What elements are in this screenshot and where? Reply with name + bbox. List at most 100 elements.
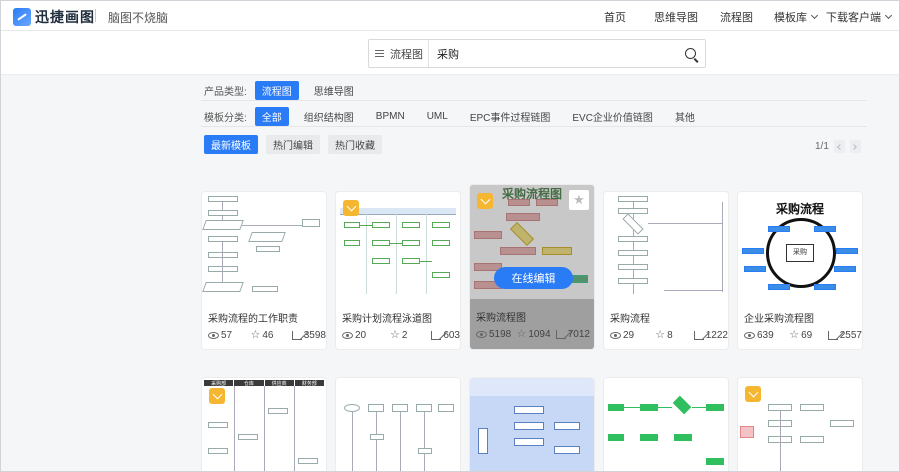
brand-logo-icon: [13, 8, 31, 26]
sort-hot-favorite[interactable]: 热门收藏: [328, 135, 382, 154]
chevron-down-icon: [810, 11, 819, 20]
view-count: 5198: [476, 329, 511, 340]
search-type-select[interactable]: 流程图: [369, 40, 429, 67]
nav-template-label: 模板库: [774, 12, 807, 24]
template-card[interactable]: [738, 378, 862, 471]
view-count: 57: [208, 330, 232, 341]
template-title: 采购流程: [610, 314, 650, 325]
sort-newest[interactable]: 最新模板: [204, 135, 258, 154]
edit-icon: [431, 331, 442, 340]
category-org-chart[interactable]: 组织结构图: [297, 107, 361, 126]
prev-page-button[interactable]: [833, 140, 845, 153]
brand-slogan: 脑图不烧脑: [108, 11, 169, 25]
template-stats: 20 ☆ 2 603: [342, 330, 460, 341]
nav-home[interactable]: 首页: [604, 9, 626, 25]
search-icon: [684, 48, 696, 59]
category-all[interactable]: 全部: [254, 107, 289, 126]
template-thumbnail: [604, 378, 728, 471]
edit-icon: [827, 331, 838, 340]
vip-badge-icon: [477, 193, 493, 209]
template-thumbnail: 采购部 仓库 供应商 财务部: [202, 378, 326, 471]
vip-badge-icon: [343, 200, 359, 216]
sort-row: 最新模板 热门编辑 热门收藏: [204, 135, 390, 154]
lane-header: 供应商: [264, 380, 294, 387]
template-card[interactable]: [336, 378, 460, 471]
product-type-mindmap[interactable]: 思维导图: [307, 81, 361, 100]
template-card[interactable]: [604, 378, 728, 471]
template-card[interactable]: 采购部 仓库 供应商 财务部: [202, 378, 326, 471]
star-count: ☆ 1094: [516, 329, 551, 341]
template-thumbnail: [336, 378, 460, 471]
view-count-value: 639: [757, 330, 774, 341]
template-card[interactable]: 采购流程 采购 企业采购流程图 639 ☆ 69 2557: [738, 192, 862, 349]
star-count-value: 69: [801, 330, 813, 341]
lane-header: 采购部: [204, 380, 234, 387]
star-count-value: 46: [262, 330, 274, 341]
star-icon: ☆: [789, 329, 800, 341]
chevron-right-icon: [851, 143, 858, 150]
edit-count: 3598: [291, 330, 326, 341]
view-count-value: 29: [623, 330, 635, 341]
category-epc[interactable]: EPC事件过程链图: [463, 107, 558, 126]
brand-name: 迅捷画图: [35, 9, 95, 25]
star-icon: ☆: [250, 329, 261, 341]
template-thumbnail: [336, 192, 460, 298]
search-box: 流程图: [368, 39, 706, 68]
chevron-down-icon: [884, 11, 893, 20]
template-card[interactable]: 采购流程的工作职责 57 ☆ 46 3598: [202, 192, 326, 349]
star-icon: ☆: [390, 329, 400, 341]
template-card[interactable]: 采购流程 29 ☆ 8 1222: [604, 192, 728, 349]
star-count: ☆ 8: [655, 330, 673, 342]
eye-icon: [208, 332, 219, 339]
menu-icon: [375, 50, 384, 57]
star-icon: ★: [573, 192, 585, 207]
eye-icon: [476, 331, 487, 338]
star-count-value: 8: [667, 330, 673, 341]
edit-count: 7012: [555, 329, 590, 340]
template-thumbnail: [738, 378, 862, 471]
eye-icon: [342, 332, 353, 339]
brand-logo[interactable]: 迅捷画图: [13, 7, 95, 27]
view-count: 29: [610, 330, 634, 341]
vip-badge-icon: [745, 386, 761, 402]
lane-header: 仓库: [234, 380, 264, 387]
next-page-button[interactable]: [849, 140, 861, 153]
star-count-value: 2: [401, 330, 408, 341]
edit-icon: [693, 331, 704, 340]
filter-divider: [201, 126, 867, 127]
nav-download-label: 下载客户端: [826, 12, 881, 24]
template-stats: 639 ☆ 69 2557: [744, 330, 862, 341]
view-count-value: 20: [355, 330, 367, 341]
header-divider: [95, 9, 96, 22]
nav-download-client[interactable]: 下载客户端: [826, 9, 893, 25]
edit-online-button[interactable]: 在线编辑: [494, 267, 573, 289]
category-uml[interactable]: UML: [420, 109, 455, 124]
filter-divider: [201, 100, 867, 101]
edit-count: 603: [431, 330, 460, 341]
eye-icon: [744, 332, 755, 339]
template-card[interactable]: [470, 378, 594, 471]
template-title: 采购计划流程泳道图: [342, 314, 432, 325]
search-input[interactable]: [437, 45, 667, 62]
nav-template-library[interactable]: 模板库: [774, 9, 819, 25]
category-evc[interactable]: EVC企业价值链图: [565, 107, 660, 126]
nav-mindmap[interactable]: 思维导图: [654, 9, 698, 25]
search-type-label: 流程图: [390, 48, 423, 61]
product-type-row: 产品类型: 流程图 思维导图: [204, 81, 369, 100]
product-type-flowchart[interactable]: 流程图: [254, 81, 299, 100]
top-header: 迅捷画图 脑图不烧脑 首页 思维导图 流程图 模板库 下载客户端: [1, 1, 899, 31]
page-indicator: 1/1: [815, 141, 829, 152]
template-card[interactable]: 采购计划流程泳道图 20 ☆ 2 603: [336, 192, 460, 349]
favorite-button[interactable]: ★: [569, 190, 589, 210]
category-bpmn[interactable]: BPMN: [369, 109, 412, 124]
template-card-hovered[interactable]: 采购流程图 ★ 在线编辑 采购流程图 5198 ☆ 1094 7012: [470, 185, 594, 349]
star-count-value: 1094: [528, 329, 551, 340]
template-title: 企业采购流程图: [744, 314, 814, 325]
search-button[interactable]: [675, 40, 705, 67]
sort-hot-edit[interactable]: 热门编辑: [266, 135, 320, 154]
template-title: 采购流程的工作职责: [208, 314, 298, 325]
nav-flowchart[interactable]: 流程图: [720, 9, 753, 25]
vip-badge-icon: [209, 388, 225, 404]
category-other[interactable]: 其他: [668, 107, 702, 126]
product-type-label: 产品类型:: [204, 87, 247, 98]
